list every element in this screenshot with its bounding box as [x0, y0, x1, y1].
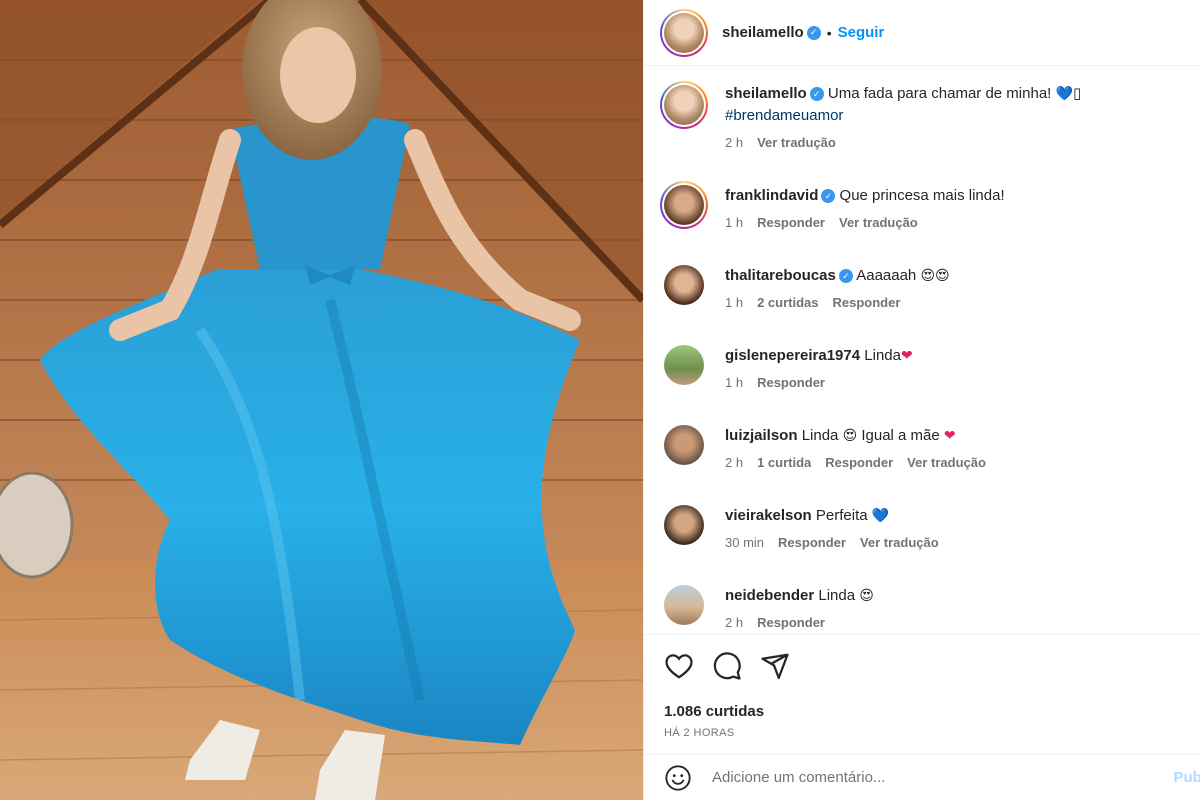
comment-avatar[interactable]	[664, 585, 704, 625]
comment-avatar[interactable]	[660, 181, 708, 229]
comment-text: Linda	[864, 347, 901, 364]
comment-item: vieirakelson Perfeita 💙 30 min Responder…	[660, 501, 1184, 550]
comment-text-2: Igual a mãe	[861, 427, 940, 444]
comment-username[interactable]: franklindavid	[725, 187, 818, 204]
comment-time: 2 h	[725, 135, 744, 150]
comment-avatar[interactable]	[664, 265, 704, 305]
post-time: HÁ 2 HORAS	[664, 727, 735, 739]
reply-link[interactable]: Responder	[825, 455, 893, 470]
comment-username[interactable]: sheilamello	[725, 85, 807, 102]
comment-username[interactable]: gislenepereira1974	[725, 347, 860, 364]
reply-link[interactable]: Responder	[757, 215, 825, 230]
separator-dot: •	[826, 24, 832, 41]
verified-badge-icon: ✓	[821, 189, 836, 204]
translate-link[interactable]: Ver tradução	[860, 535, 939, 550]
comment-item: thalitareboucas ✓ Aaaaaah 😍😍 1 h 2 curtid…	[660, 261, 1184, 310]
comment-time: 1 h	[725, 375, 744, 390]
comment-username[interactable]: thalitareboucas	[725, 267, 836, 284]
comment-text: Aaaaaah	[856, 267, 917, 284]
comment-item: franklindavid ✓ Que princesa mais linda! …	[660, 181, 1184, 230]
comment-text: Perfeita	[815, 507, 868, 524]
publish-button[interactable]: Publ	[1174, 769, 1200, 786]
comment-avatar[interactable]	[660, 81, 708, 129]
post-panel: sheilamello ✓ • Seguir sheilamello ✓ Uma …	[643, 0, 1200, 800]
reply-link[interactable]: Responder	[833, 295, 901, 310]
reply-link[interactable]: Responder	[757, 615, 825, 630]
comment-time: 30 min	[725, 535, 765, 550]
comment-text: Uma fada para chamar de minha!	[827, 85, 1052, 102]
author-username[interactable]: sheilamello	[722, 24, 804, 41]
comment-time: 2 h	[725, 615, 744, 630]
comment-item: luizjailson Linda 😍 Igual a mãe ❤ 2 h 1 …	[660, 421, 1184, 470]
emoji-smile-icon[interactable]	[664, 764, 692, 792]
blue-heart-emoji: 💙	[1055, 86, 1073, 102]
comment-text: Que princesa mais linda!	[839, 187, 1005, 204]
heart-eyes-emoji: 😍😍	[920, 268, 950, 284]
comment-time: 1 h	[725, 295, 744, 310]
comment-text: Linda	[818, 587, 856, 604]
verified-badge-icon: ✓	[806, 25, 821, 40]
comment-input[interactable]	[712, 769, 1174, 786]
author-avatar[interactable]	[660, 8, 708, 57]
comment-time: 2 h	[725, 455, 744, 470]
unknown-glyph: ▯	[1072, 85, 1082, 102]
comment-bubble-icon[interactable]	[712, 651, 742, 681]
hashtag-link[interactable]: #brendameuamor	[725, 107, 843, 124]
comment-item: gislenepereira1974 Linda❤ 1 h Responder	[660, 341, 1184, 390]
comment-item: neidebender Linda 😍 2 h Responder	[660, 581, 1184, 630]
follow-button[interactable]: Seguir	[838, 24, 885, 41]
comment-likes[interactable]: 1 curtida	[757, 455, 811, 470]
verified-badge-icon: ✓	[809, 87, 824, 102]
comment-avatar[interactable]	[664, 425, 704, 465]
comment-username[interactable]: luizjailson	[725, 427, 798, 444]
red-heart-emoji: ❤	[943, 428, 956, 444]
post-photo	[0, 0, 643, 800]
comment-avatar[interactable]	[664, 505, 704, 545]
verified-badge-icon: ✓	[838, 269, 853, 284]
heart-eyes-emoji: 😍	[842, 428, 858, 444]
caption-comment: sheilamello ✓ Uma fada para chamar de min…	[660, 81, 1184, 150]
comment-text: Linda	[801, 427, 839, 444]
translate-link[interactable]: Ver tradução	[839, 215, 918, 230]
translate-link[interactable]: Ver tradução	[907, 455, 986, 470]
comment-avatar[interactable]	[664, 345, 704, 385]
heart-eyes-emoji: 😍	[859, 588, 874, 604]
paper-plane-icon[interactable]	[760, 651, 790, 681]
translate-link[interactable]: Ver tradução	[757, 135, 836, 150]
comments-list[interactable]: sheilamello ✓ Uma fada para chamar de min…	[644, 67, 1200, 634]
heart-outline-icon[interactable]	[664, 651, 694, 681]
post-header: sheilamello ✓ • Seguir	[644, 0, 1200, 66]
reply-link[interactable]: Responder	[757, 375, 825, 390]
red-heart-emoji: ❤	[900, 348, 913, 364]
comment-likes[interactable]: 2 curtidas	[757, 295, 818, 310]
comment-username[interactable]: neidebender	[725, 587, 814, 604]
likes-count[interactable]: 1.086 curtidas	[664, 703, 764, 720]
post-actions: 1.086 curtidas HÁ 2 HORAS	[644, 634, 1200, 754]
reply-link[interactable]: Responder	[778, 535, 846, 550]
comment-composer: Publ	[644, 754, 1200, 800]
comment-username[interactable]: vieirakelson	[725, 507, 812, 524]
comment-time: 1 h	[725, 215, 744, 230]
blue-heart-emoji: 💙	[871, 508, 890, 524]
photo-illustration	[0, 0, 643, 800]
